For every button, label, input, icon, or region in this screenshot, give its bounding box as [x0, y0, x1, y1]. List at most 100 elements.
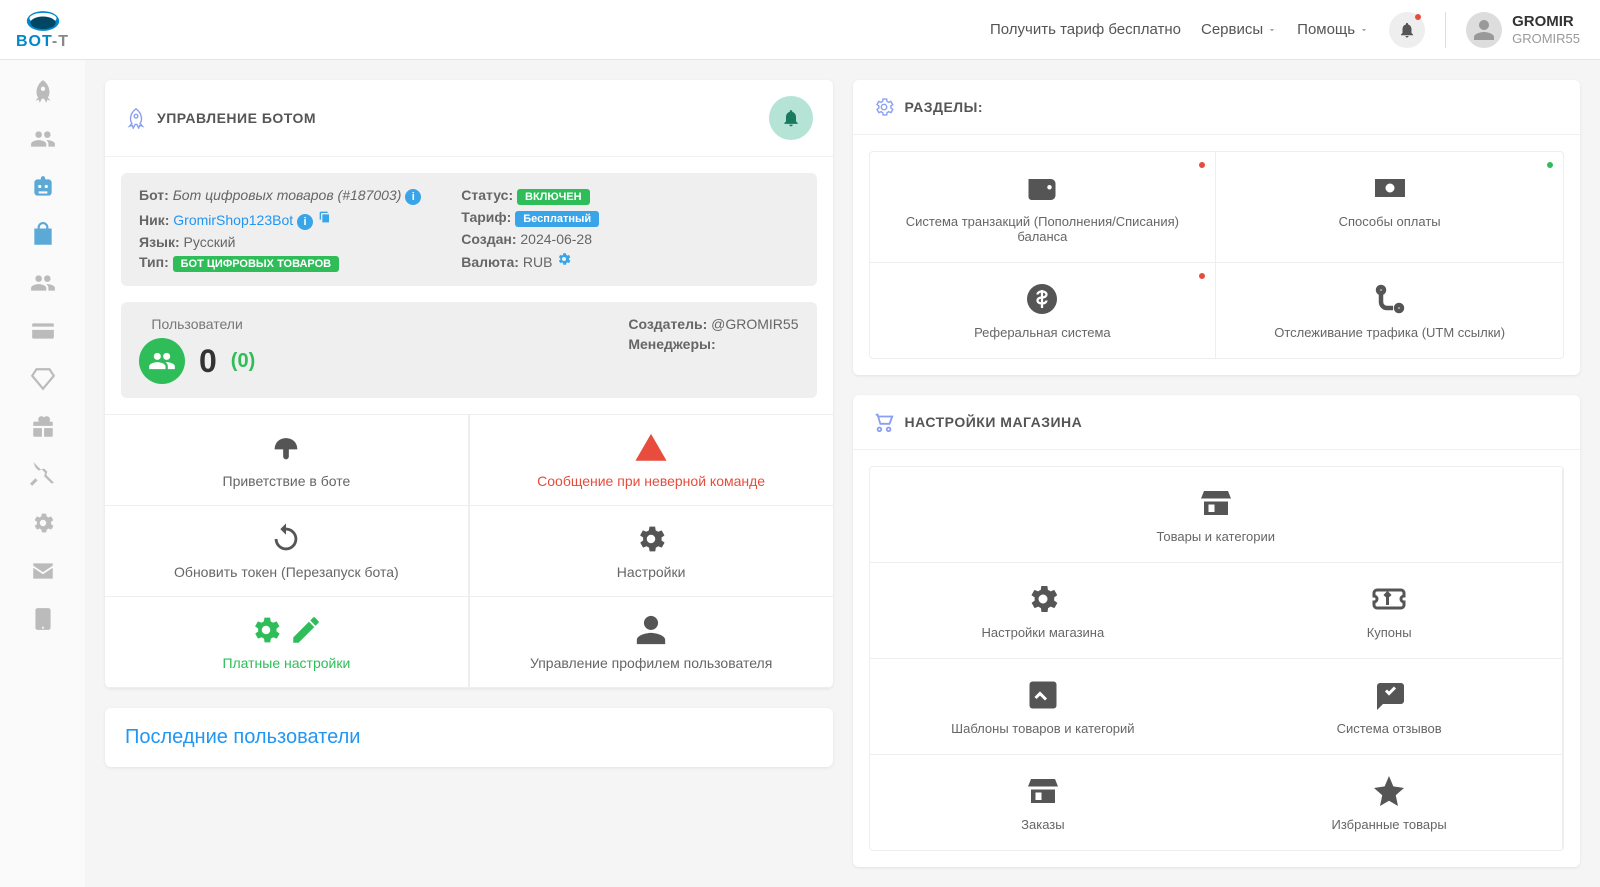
pencil-icon: [289, 613, 323, 647]
services-dropdown[interactable]: Сервисы: [1201, 21, 1277, 38]
avatar: [1466, 12, 1502, 48]
logo[interactable]: BOT-T: [0, 0, 85, 60]
user-icon: [1472, 18, 1496, 42]
last-users-title: Последние пользователи: [125, 726, 813, 749]
section-payment-methods[interactable]: Способы оплаты: [1216, 152, 1563, 263]
chevron-down-icon: [1267, 25, 1277, 35]
rocket-icon: [125, 107, 147, 129]
sidebar-item-mobile[interactable]: [19, 598, 67, 640]
status-dot: [1547, 162, 1553, 168]
refresh-icon: [269, 522, 303, 556]
card-icon: [30, 318, 56, 344]
tile-paid-settings[interactable]: Платные настройки: [105, 597, 469, 688]
card-title: РАЗДЕЛЫ:: [905, 99, 984, 115]
card-title: НАСТРОЙКИ МАГАЗИНА: [905, 414, 1083, 430]
cart-icon: [873, 411, 895, 433]
sections-card: РАЗДЕЛЫ: Система транзакций (Пополнения/…: [853, 80, 1581, 375]
sidebar-item-shop[interactable]: [19, 214, 67, 256]
money-icon: [1372, 170, 1408, 206]
chevron-down-icon: [1359, 25, 1369, 35]
section-transactions[interactable]: Система транзакций (Пополнения/Списания)…: [870, 152, 1217, 263]
shop-settings-card: НАСТРОЙКИ МАГАЗИНА Товары и категории На…: [853, 395, 1581, 867]
bot-info: Бот: Бот цифровых товаров (#187003) i Ни…: [121, 173, 817, 286]
section-utm[interactable]: Отслеживание трафика (UTM ссылки): [1216, 263, 1563, 358]
type-badge: БОТ ЦИФРОВЫХ ТОВАРОВ: [173, 256, 339, 272]
gear-icon[interactable]: [556, 251, 572, 267]
chat-icon: [1371, 677, 1407, 713]
shop-templates[interactable]: Шаблоны товаров и категорий: [870, 659, 1217, 755]
star-icon: [1371, 773, 1407, 809]
wallet-icon: [1024, 170, 1060, 206]
shop-settings[interactable]: Настройки магазина: [870, 563, 1217, 659]
sidebar-item-settings[interactable]: [19, 502, 67, 544]
shop-orders[interactable]: Заказы: [870, 755, 1217, 850]
last-users-card: Последние пользователи: [105, 708, 833, 767]
sidebar-item-launch[interactable]: [19, 70, 67, 112]
mail-icon: [30, 558, 56, 584]
help-dropdown[interactable]: Помощь: [1297, 21, 1369, 38]
sidebar-item-bot[interactable]: [19, 166, 67, 208]
shop-products[interactable]: Товары и категории: [870, 467, 1564, 563]
info-icon[interactable]: i: [405, 189, 421, 205]
users-icon: [30, 270, 56, 296]
copy-icon[interactable]: [317, 209, 333, 225]
bell-icon: [781, 108, 801, 128]
shop-coupons[interactable]: Купоны: [1216, 563, 1563, 659]
bot-management-card: УПРАВЛЕНИЕ БОТОМ Бот: Бот цифровых товар…: [105, 80, 833, 688]
sidebar-item-tools[interactable]: [19, 454, 67, 496]
divider: [1445, 12, 1446, 48]
diamond-icon: [30, 366, 56, 392]
shop-reviews[interactable]: Система отзывов: [1216, 659, 1563, 755]
user-menu[interactable]: GROMIR GROMIR55: [1466, 12, 1580, 48]
tile-profile-management[interactable]: Управление профилем пользователя: [469, 597, 833, 688]
gear-icon: [30, 510, 56, 536]
users-info: Пользователи 0 (0) Создатель: @GROMIR55 …: [121, 302, 817, 398]
topbar-right: Получить тариф бесплатно Сервисы Помощь …: [990, 12, 1580, 48]
section-referral[interactable]: Реферальная система: [870, 263, 1217, 358]
sidebar: [0, 60, 85, 887]
coupon-icon: [1371, 581, 1407, 617]
warning-icon: [634, 431, 668, 465]
wave-icon: [269, 431, 303, 465]
topbar: BOT-T Получить тариф бесплатно Сервисы П…: [0, 0, 1600, 60]
notifications-button[interactable]: [1389, 12, 1425, 48]
users-active: (0): [231, 350, 255, 373]
sidebar-item-mail[interactable]: [19, 550, 67, 592]
users-icon: [139, 338, 185, 384]
tile-refresh-token[interactable]: Обновить токен (Перезапуск бота): [105, 506, 469, 597]
notification-dot: [1415, 14, 1421, 20]
status-badge: ВКЛЮЧЕН: [517, 189, 590, 205]
phone-icon: [30, 606, 56, 632]
rocket-icon: [30, 78, 56, 104]
bot-nick-link[interactable]: GromirShop123Bot: [173, 212, 293, 228]
card-title: УПРАВЛЕНИЕ БОТОМ: [157, 110, 316, 126]
sidebar-item-users[interactable]: [19, 118, 67, 160]
sidebar-item-gifts[interactable]: [19, 406, 67, 448]
users-icon: [30, 126, 56, 152]
tile-wrong-command[interactable]: Сообщение при неверной команде: [469, 415, 833, 506]
sidebar-item-members[interactable]: [19, 262, 67, 304]
tile-greeting[interactable]: Приветствие в боте: [105, 415, 469, 506]
user-name: GROMIR: [1512, 13, 1580, 31]
route-icon: [1372, 281, 1408, 317]
tools-icon: [30, 462, 56, 488]
status-dot: [1199, 162, 1205, 168]
info-icon[interactable]: i: [297, 214, 313, 230]
bag-icon: [30, 222, 56, 248]
gear-icon: [249, 613, 283, 647]
store-icon: [1025, 773, 1061, 809]
free-tariff-link[interactable]: Получить тариф бесплатно: [990, 21, 1181, 38]
gear-icon: [634, 522, 668, 556]
shop-favorites[interactable]: Избранные товары: [1216, 755, 1563, 850]
store-icon: [1198, 485, 1234, 521]
bell-icon: [1398, 21, 1416, 39]
sidebar-item-premium[interactable]: [19, 358, 67, 400]
tile-settings[interactable]: Настройки: [469, 506, 833, 597]
gear-icon: [1025, 581, 1061, 617]
user-handle: GROMIR55: [1512, 31, 1580, 47]
alert-button[interactable]: [769, 96, 813, 140]
sidebar-item-payments[interactable]: [19, 310, 67, 352]
users-count: 0: [199, 343, 217, 380]
tariff-badge[interactable]: Бесплатный: [515, 211, 599, 227]
robot-icon: [30, 174, 56, 200]
